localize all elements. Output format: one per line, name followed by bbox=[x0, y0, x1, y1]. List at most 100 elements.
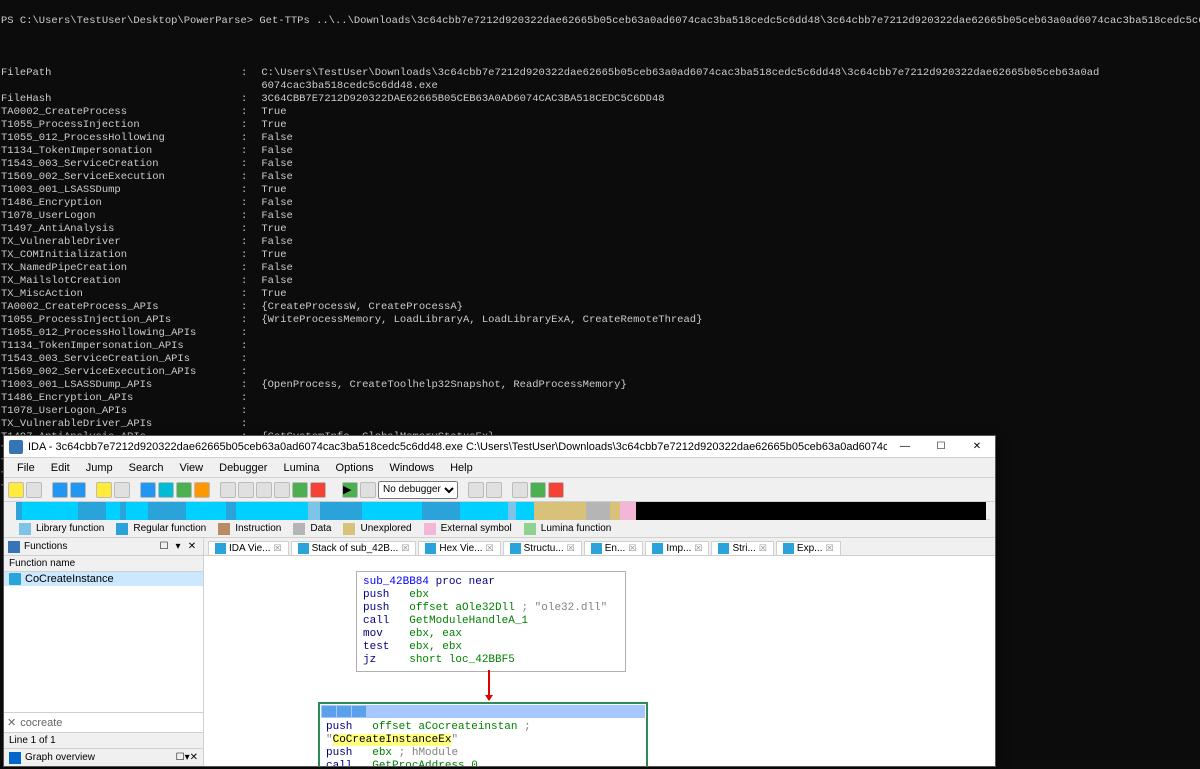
asm-line[interactable]: push offset aCocreateinstan ; "CoCreateI… bbox=[326, 721, 640, 747]
navbar-segment[interactable] bbox=[620, 502, 636, 520]
navbar-segment[interactable] bbox=[78, 502, 106, 520]
go-float-button[interactable]: ☐ bbox=[176, 752, 185, 763]
toolbar-redo-icon[interactable] bbox=[238, 482, 254, 498]
ps-row: T1078_UserLogon_APIs: bbox=[1, 405, 1200, 418]
tab-Imp[interactable]: Imp...☒ bbox=[645, 541, 709, 555]
asm-line[interactable]: mov ebx, eax bbox=[363, 628, 619, 641]
search-clear-icon[interactable]: ✕ bbox=[7, 716, 16, 729]
panel-close-button[interactable]: ✕ bbox=[185, 541, 199, 552]
toolbar-check-icon[interactable] bbox=[292, 482, 308, 498]
functions-header[interactable]: Function name bbox=[4, 556, 203, 572]
asm-line[interactable]: push ebx bbox=[363, 589, 619, 602]
ida-menubar[interactable]: FileEditJumpSearchViewDebuggerLuminaOpti… bbox=[4, 458, 995, 478]
toolbar-x-icon[interactable] bbox=[310, 482, 326, 498]
menu-jump[interactable]: Jump bbox=[78, 462, 121, 474]
toolbar-dot-icon[interactable] bbox=[194, 482, 210, 498]
ida-disassembly-view[interactable]: sub_42BB84 proc nearpush ebxpush offset … bbox=[204, 556, 995, 766]
graph-overview-label: Graph overview bbox=[25, 752, 176, 763]
toolbar-pause-icon[interactable] bbox=[360, 482, 376, 498]
toolbar-play-icon[interactable] bbox=[176, 482, 192, 498]
menu-debugger[interactable]: Debugger bbox=[211, 462, 275, 474]
toolbar-back-icon[interactable] bbox=[52, 482, 68, 498]
ida-toolbar[interactable]: ▶ No debugger bbox=[4, 478, 995, 502]
debugger-select[interactable]: No debugger bbox=[378, 481, 458, 499]
tab-HexVie[interactable]: Hex Vie...☒ bbox=[418, 541, 500, 555]
toolbar-save-icon[interactable] bbox=[26, 482, 42, 498]
panel-float-button[interactable]: ☐ bbox=[157, 541, 171, 552]
tab-En[interactable]: En...☒ bbox=[584, 541, 644, 555]
minimize-button[interactable]: — bbox=[887, 436, 923, 458]
toolbar-stop-icon[interactable] bbox=[548, 482, 564, 498]
ida-navbar[interactable] bbox=[16, 502, 990, 520]
menu-edit[interactable]: Edit bbox=[43, 462, 78, 474]
go-close-button[interactable]: ✕ bbox=[190, 752, 198, 763]
navbar-segment[interactable] bbox=[148, 502, 186, 520]
legend-label: Lumina function bbox=[541, 523, 612, 534]
ps-row: 6074cac3ba518cedc5c6dd48.exe bbox=[1, 80, 1200, 93]
powershell-terminal[interactable]: PS C:\Users\TestUser\Desktop\PowerParse>… bbox=[0, 0, 1200, 509]
navbar-segment[interactable] bbox=[422, 502, 460, 520]
asm-line[interactable]: push offset aOle32Dll ; "ole32.dll" bbox=[363, 602, 619, 615]
menu-lumina[interactable]: Lumina bbox=[275, 462, 327, 474]
navbar-segment[interactable] bbox=[636, 502, 986, 520]
menu-search[interactable]: Search bbox=[121, 462, 172, 474]
tab-IDAVie[interactable]: IDA Vie...☒ bbox=[208, 541, 289, 555]
asm-line[interactable]: test ebx, ebx bbox=[363, 641, 619, 654]
toolbar-bookmark-icon[interactable] bbox=[140, 482, 156, 498]
graph-node-1[interactable]: sub_42BB84 proc nearpush ebxpush offset … bbox=[356, 571, 626, 672]
navbar-segment[interactable] bbox=[586, 502, 610, 520]
tab-Exp[interactable]: Exp...☒ bbox=[776, 541, 841, 555]
menu-help[interactable]: Help bbox=[442, 462, 481, 474]
close-button[interactable]: ✕ bbox=[959, 436, 995, 458]
toolbar-find-icon[interactable] bbox=[274, 482, 290, 498]
navbar-segment[interactable] bbox=[126, 502, 148, 520]
functions-list[interactable]: Function name CoCreateInstance bbox=[4, 556, 203, 712]
asm-line[interactable]: sub_42BB84 proc near bbox=[363, 576, 619, 589]
toolbar-window-icon[interactable] bbox=[512, 482, 528, 498]
asm-line[interactable]: call GetModuleHandleA_1 bbox=[363, 615, 619, 628]
panel-menu-button[interactable]: ▾ bbox=[171, 541, 185, 552]
menu-view[interactable]: View bbox=[171, 462, 211, 474]
navbar-segment[interactable] bbox=[320, 502, 362, 520]
navbar-segment[interactable] bbox=[22, 502, 78, 520]
ida-window[interactable]: IDA - 3c64cbb7e7212d920322dae62665b05ceb… bbox=[3, 435, 996, 767]
asm-line[interactable]: jz short loc_42BBF5 bbox=[363, 654, 619, 667]
ida-tabs[interactable]: IDA Vie...☒Stack of sub_42B...☒Hex Vie..… bbox=[204, 538, 995, 556]
maximize-button[interactable]: ☐ bbox=[923, 436, 959, 458]
toolbar-anchor-icon[interactable] bbox=[158, 482, 174, 498]
navbar-segment[interactable] bbox=[226, 502, 236, 520]
toolbar-step-icon[interactable] bbox=[468, 482, 484, 498]
ps-row: TX_MailslotCreation: False bbox=[1, 275, 1200, 288]
tab-Structu[interactable]: Structu...☒ bbox=[503, 541, 582, 555]
menu-file[interactable]: File bbox=[9, 462, 43, 474]
toolbar-open-icon[interactable] bbox=[8, 482, 24, 498]
tab-Stri[interactable]: Stri...☒ bbox=[711, 541, 773, 555]
toolbar-binary-icon[interactable] bbox=[114, 482, 130, 498]
navbar-segment[interactable] bbox=[106, 502, 120, 520]
navbar-segment[interactable] bbox=[460, 502, 508, 520]
graph-node-2[interactable]: push offset aCocreateinstan ; "CoCreateI… bbox=[318, 702, 648, 766]
toolbar-text-icon[interactable] bbox=[96, 482, 112, 498]
toolbar-undo-icon[interactable] bbox=[220, 482, 236, 498]
toolbar-xref-icon[interactable] bbox=[256, 482, 272, 498]
toolbar-plus-icon[interactable] bbox=[530, 482, 546, 498]
navbar-segment[interactable] bbox=[186, 502, 226, 520]
functions-search-input[interactable] bbox=[20, 717, 200, 729]
navbar-segment[interactable] bbox=[362, 502, 422, 520]
menu-windows[interactable]: Windows bbox=[381, 462, 442, 474]
menu-options[interactable]: Options bbox=[328, 462, 382, 474]
ida-titlebar[interactable]: IDA - 3c64cbb7e7212d920322dae62665b05ceb… bbox=[4, 436, 995, 458]
toolbar-fwd-icon[interactable] bbox=[70, 482, 86, 498]
navbar-segment[interactable] bbox=[508, 502, 516, 520]
navbar-segment[interactable] bbox=[236, 502, 308, 520]
toolbar-stepover-icon[interactable] bbox=[486, 482, 502, 498]
navbar-segment[interactable] bbox=[308, 502, 320, 520]
function-item[interactable]: CoCreateInstance bbox=[4, 572, 203, 586]
navbar-segment[interactable] bbox=[534, 502, 586, 520]
navbar-segment[interactable] bbox=[516, 502, 534, 520]
asm-line[interactable]: push ebx ; hModule bbox=[326, 747, 640, 760]
tab-Stackofsub_42B[interactable]: Stack of sub_42B...☒ bbox=[291, 541, 417, 555]
navbar-segment[interactable] bbox=[610, 502, 620, 520]
toolbar-run-icon[interactable]: ▶ bbox=[342, 482, 358, 498]
asm-line[interactable]: call GetProcAddress_0 bbox=[326, 760, 640, 766]
